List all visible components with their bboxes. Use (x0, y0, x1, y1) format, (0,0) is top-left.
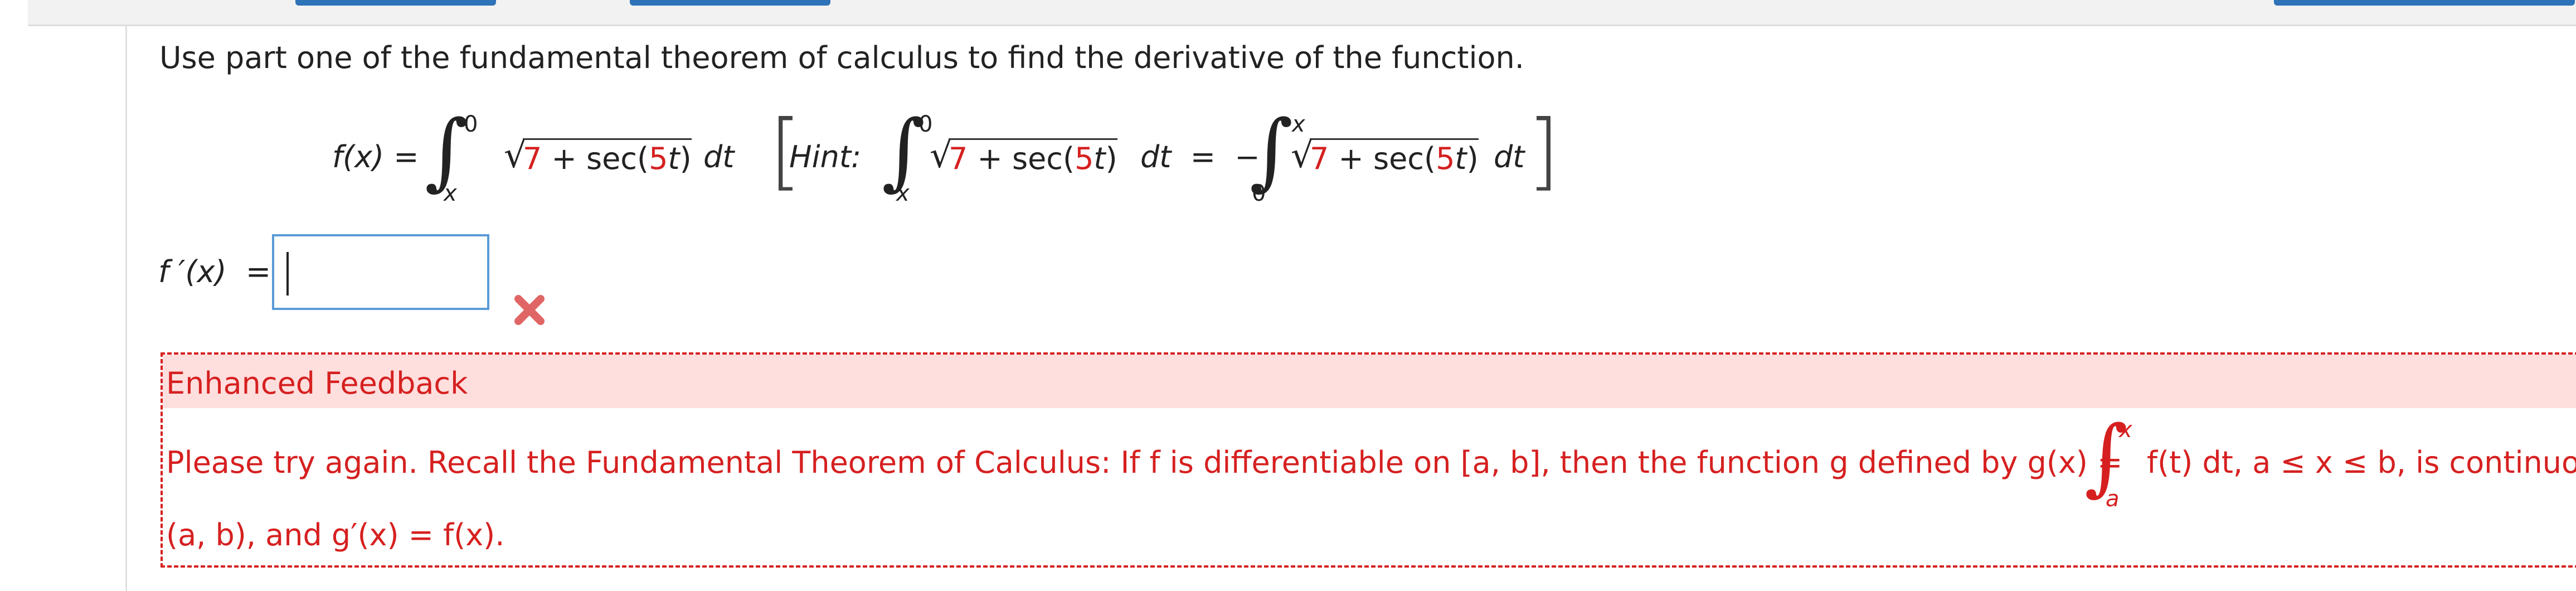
feedback-line-1-text: Please try again. Recall the Fundamental… (166, 445, 2123, 480)
hint-sec-2: + sec( (1338, 141, 1436, 176)
hint-label: Hint: (789, 139, 862, 175)
hint-constant-2: 7 (1310, 141, 1329, 176)
toolbar-button-1[interactable] (295, 0, 496, 6)
hint-radicand-2: 7 + sec(5t) (1310, 138, 1479, 176)
function-lhs: f(x) = (332, 139, 419, 175)
radicand-coefficient: 5 (649, 141, 668, 176)
left-divider (125, 25, 127, 591)
enhanced-feedback-box: Enhanced Feedback Please try again. Reca… (161, 352, 2576, 568)
integral-upper-limit: 0 (464, 112, 478, 137)
feedback-line-1-end: f(t) dt, a ≤ x ≤ b, is continuou (2147, 445, 2576, 480)
top-toolbar (28, 0, 2576, 26)
toolbar-button-3[interactable] (2274, 0, 2575, 6)
radicand-close: ) (679, 141, 692, 176)
hint-lower-limit-2: 0 (1252, 181, 1266, 206)
incorrect-x-icon (514, 295, 545, 325)
hint-close-2: ) (1466, 141, 1479, 176)
hint-upper-limit-1: 0 (918, 112, 933, 137)
function-dt: dt (703, 139, 735, 175)
radicand-sec: + sec( (551, 141, 649, 176)
hint-sec-1: + sec( (977, 141, 1075, 176)
feedback-integral-lower: a (2106, 486, 2120, 512)
hint-right-bracket: ] (1527, 103, 1560, 200)
integral-lower-limit: x (444, 181, 457, 206)
question-prompt: Use part one of the fundamental theorem … (159, 40, 1524, 75)
hint-variable-1: t (1093, 141, 1106, 176)
answer-input[interactable] (272, 234, 489, 310)
radicand-variable: t (668, 141, 680, 176)
feedback-line-1: Please try again. Recall the Fundamental… (166, 445, 2122, 480)
hint-lower-limit-1: x (896, 181, 910, 206)
feedback-integral-upper: x (2119, 417, 2132, 443)
hint-coefficient-2: 5 (1436, 141, 1455, 176)
hint-upper-limit-2: x (1292, 112, 1305, 137)
text-caret (286, 252, 289, 296)
toolbar-button-2[interactable] (630, 0, 830, 6)
hint-dt: dt (1494, 139, 1525, 175)
radicand: 7 + sec(5t) (523, 138, 692, 176)
hint-variable-2: t (1455, 141, 1467, 176)
hint-close-1: ) (1105, 141, 1117, 176)
hint-constant-1: 7 (949, 141, 968, 176)
feedback-title-band (163, 355, 2576, 408)
feedback-title: Enhanced Feedback (166, 366, 468, 401)
hint-coefficient-1: 5 (1075, 141, 1094, 176)
hint-equals-minus: dt = − (1140, 139, 1260, 175)
radicand-constant: 7 (523, 141, 542, 176)
feedback-line-2: (a, b), and g′(x) = f(x). (166, 517, 505, 553)
hint-radicand-1: 7 + sec(5t) (949, 138, 1117, 176)
answer-label: f ′(x) = (158, 254, 271, 289)
